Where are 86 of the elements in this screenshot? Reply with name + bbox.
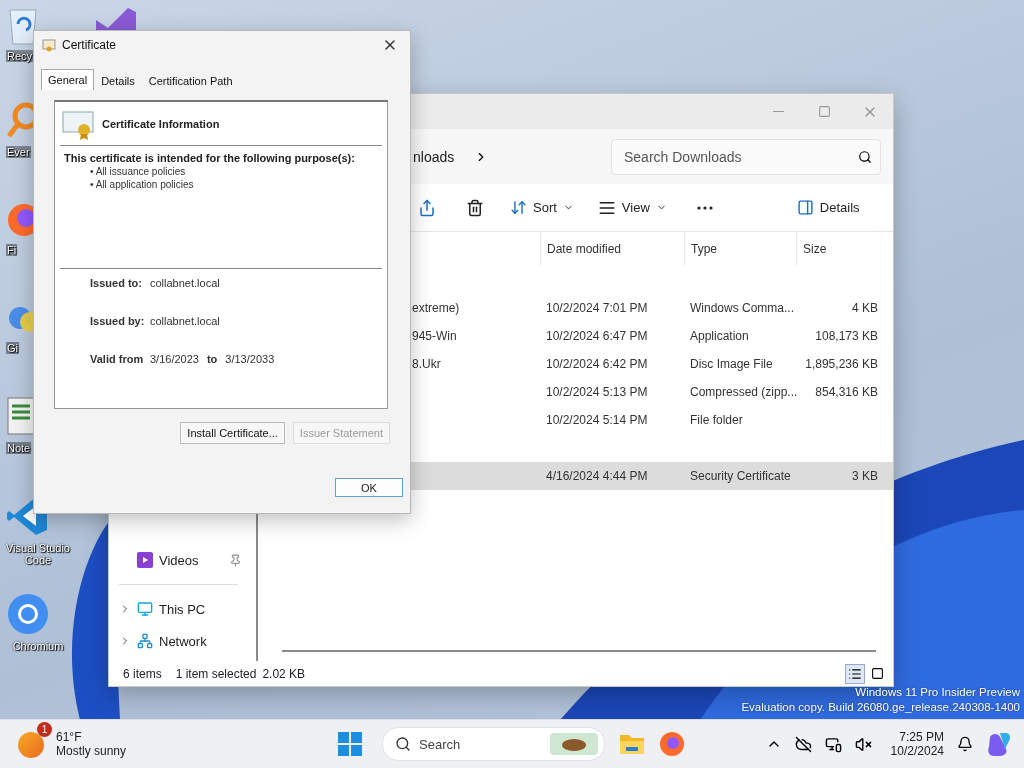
item-count: 6 items <box>123 666 162 681</box>
network-icon <box>137 633 153 649</box>
panel-icon <box>796 199 814 216</box>
size-cell-text: 108,173 KB <box>814 329 879 343</box>
pin-icon <box>229 553 242 567</box>
date-cell-text: 10/2/2024 6:47 PM <box>545 329 649 343</box>
date-cell-text: 10/2/2024 7:01 PM <box>545 301 649 315</box>
dialog-tab[interactable]: Certification Path <box>141 71 240 90</box>
muted-speaker-icon[interactable] <box>854 735 872 753</box>
nav-item[interactable]: Videos <box>109 544 256 576</box>
view-button[interactable]: View <box>595 196 669 219</box>
notepad-icon[interactable] <box>6 396 36 438</box>
certificate-heading: Certificate Information <box>102 117 220 130</box>
certificate-icon <box>42 38 56 52</box>
purpose-item: • All application policies <box>89 179 195 190</box>
copilot-icon[interactable] <box>986 731 1012 757</box>
search-icon <box>395 736 411 752</box>
date-cell-text: 10/2/2024 5:14 PM <box>545 413 649 427</box>
dialog-title: Certificate <box>62 38 118 52</box>
purpose-item: • All issuance policies <box>89 166 187 177</box>
selection-size: 2.02 KB <box>262 666 306 681</box>
monitor-icon[interactable] <box>824 735 842 753</box>
evaluation-watermark: Windows 11 Pro Insider Preview <box>855 685 1020 700</box>
dialog-tab[interactable]: Details <box>94 71 142 90</box>
type-cell-text: Security Certificate <box>689 469 792 483</box>
size-cell-text: 4 KB <box>851 301 879 315</box>
selection-info: 1 item selected <box>175 666 257 681</box>
minimize-icon <box>772 111 784 112</box>
sort-arrows-icon <box>510 199 527 216</box>
field-value: 3/13/2033 <box>225 353 275 365</box>
purpose-intro: This certificate is intended for the following purpose(s): <box>63 152 356 164</box>
field-value: 3/16/2023 <box>150 353 199 365</box>
field-label: Issued to: <box>90 277 143 289</box>
size-cell-text: 854,316 KB <box>814 385 879 399</box>
cloud-off-icon[interactable] <box>794 735 812 753</box>
clock[interactable]: 7:25 PM 10/2/2024 <box>890 730 944 758</box>
type-cell-text: Compressed (zipp... <box>689 385 796 399</box>
ok-button[interactable]: OK <box>335 478 403 497</box>
nav-item[interactable]: This PC <box>109 593 256 625</box>
date-cell-text: 10/2/2024 5:13 PM <box>545 385 649 399</box>
details-pane-button[interactable]: Details <box>794 197 862 218</box>
notification-badge: 1 <box>37 722 52 737</box>
share-icon <box>418 198 436 217</box>
sort-button[interactable]: Sort <box>508 197 576 218</box>
weather-condition[interactable]: Mostly sunny <box>56 744 127 758</box>
weather-icon[interactable] <box>18 732 44 758</box>
column-header[interactable]: Type <box>684 232 796 266</box>
maximize-icon <box>817 105 831 118</box>
type-cell-text: Windows Comma... <box>689 301 796 315</box>
field-label: Valid from <box>90 353 145 365</box>
size-cell-text: 3 KB <box>851 469 879 483</box>
file-name: 945-Win <box>411 329 458 343</box>
folder-icon[interactable] <box>619 732 645 756</box>
details-view-button[interactable] <box>845 663 865 684</box>
column-header[interactable]: Size <box>796 232 884 266</box>
ellipsis-icon <box>696 205 713 210</box>
monitor-icon <box>137 601 153 617</box>
field-label: to <box>206 353 218 365</box>
start-icon[interactable] <box>338 732 362 756</box>
firefox-icon[interactable] <box>659 731 685 757</box>
video-icon <box>137 552 153 568</box>
square-icon <box>870 667 884 680</box>
search-icon <box>858 149 872 164</box>
chromium-icon[interactable] <box>6 592 50 636</box>
dialog-tab[interactable]: General <box>41 69 95 90</box>
size-cell-text: 1,895,236 KB <box>804 357 879 371</box>
evaluation-watermark: Evaluation copy. Build 26080.ge_release.240308-1400 <box>741 700 1020 715</box>
temperature[interactable]: 61°F <box>56 730 127 744</box>
list-icon <box>848 666 862 681</box>
column-header[interactable]: Date modified <box>540 232 684 266</box>
type-cell-text: Application <box>689 329 750 343</box>
field-value: collabnet.local <box>150 315 220 327</box>
field-value: collabnet.local <box>150 277 220 289</box>
date-cell-text: 4/16/2024 4:44 PM <box>545 469 649 483</box>
field-label: Issued by: <box>90 315 146 327</box>
breadcrumb[interactable]: nloads <box>413 148 455 165</box>
nav-item[interactable]: Network <box>109 625 256 657</box>
type-cell-text: File folder <box>689 413 744 427</box>
dialog-button[interactable]: Install Certificate... <box>180 422 285 444</box>
date-cell-text: 10/2/2024 6:42 PM <box>545 357 649 371</box>
file-name: extreme) <box>411 301 461 315</box>
search-field[interactable]: Search Downloads <box>611 138 881 175</box>
trash-icon <box>466 198 484 217</box>
taskbar-search-field[interactable]: Search <box>382 727 605 761</box>
bell-icon[interactable] <box>957 736 973 752</box>
type-cell-text: Disc Image File <box>689 357 774 371</box>
